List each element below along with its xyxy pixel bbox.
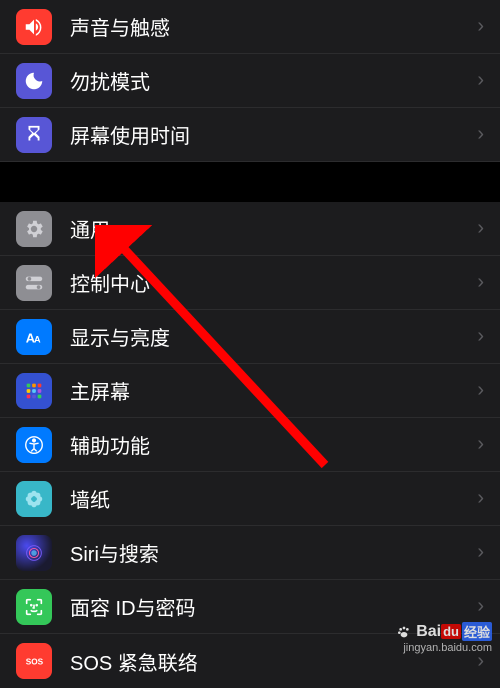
chevron-right-icon: › [477,379,484,402]
sos-icon: SOS [16,643,52,679]
row-label: 屏幕使用时间 [70,120,477,149]
row-sounds[interactable]: 声音与触感 › [0,0,500,54]
chevron-right-icon: › [477,325,484,348]
settings-list: 声音与触感 › 勿扰模式 › 屏幕使用时间 › 通用 › 控制中心 › AA [0,0,500,688]
svg-text:SOS: SOS [26,658,44,667]
row-wallpaper[interactable]: 墙纸 › [0,472,500,526]
chevron-right-icon: › [477,595,484,618]
grid-icon [16,373,52,409]
gear-icon [16,211,52,247]
row-label: 显示与亮度 [70,322,477,351]
text-size-icon: AA [16,319,52,355]
chevron-right-icon: › [477,123,484,146]
chevron-right-icon: › [477,487,484,510]
chevron-right-icon: › [477,541,484,564]
accessibility-icon [16,427,52,463]
section-divider [0,162,500,202]
row-label: 墙纸 [70,484,477,513]
row-label: 控制中心 [70,268,477,297]
row-controlcenter[interactable]: 控制中心 › [0,256,500,310]
row-label: 辅助功能 [70,430,477,459]
watermark-url: jingyan.baidu.com [396,642,492,654]
chevron-right-icon: › [477,433,484,456]
chevron-right-icon: › [477,69,484,92]
row-siri[interactable]: Siri与搜索 › [0,526,500,580]
row-dnd[interactable]: 勿扰模式 › [0,54,500,108]
row-label: 主屏幕 [70,376,477,405]
row-screentime[interactable]: 屏幕使用时间 › [0,108,500,162]
chevron-right-icon: › [477,271,484,294]
siri-icon [16,535,52,571]
svg-text:A: A [34,334,41,344]
chevron-right-icon: › [477,217,484,240]
row-label: 面容 ID与密码 [70,592,477,621]
row-label: 勿扰模式 [70,66,477,95]
moon-icon [16,63,52,99]
row-homescreen[interactable]: 主屏幕 › [0,364,500,418]
hourglass-icon [16,117,52,153]
faceid-icon [16,589,52,625]
chevron-right-icon: › [477,15,484,38]
watermark-brand: Bai [416,623,441,641]
watermark: Baidu经验 jingyan.baidu.com [396,622,492,654]
flower-icon [16,481,52,517]
paw-icon [396,624,412,640]
row-label: Siri与搜索 [70,538,477,567]
row-label: 通用 [70,214,477,243]
row-accessibility[interactable]: 辅助功能 › [0,418,500,472]
sound-icon [16,9,52,45]
row-display[interactable]: AA 显示与亮度 › [0,310,500,364]
row-general[interactable]: 通用 › [0,202,500,256]
switches-icon [16,265,52,301]
row-label: 声音与触感 [70,12,477,41]
